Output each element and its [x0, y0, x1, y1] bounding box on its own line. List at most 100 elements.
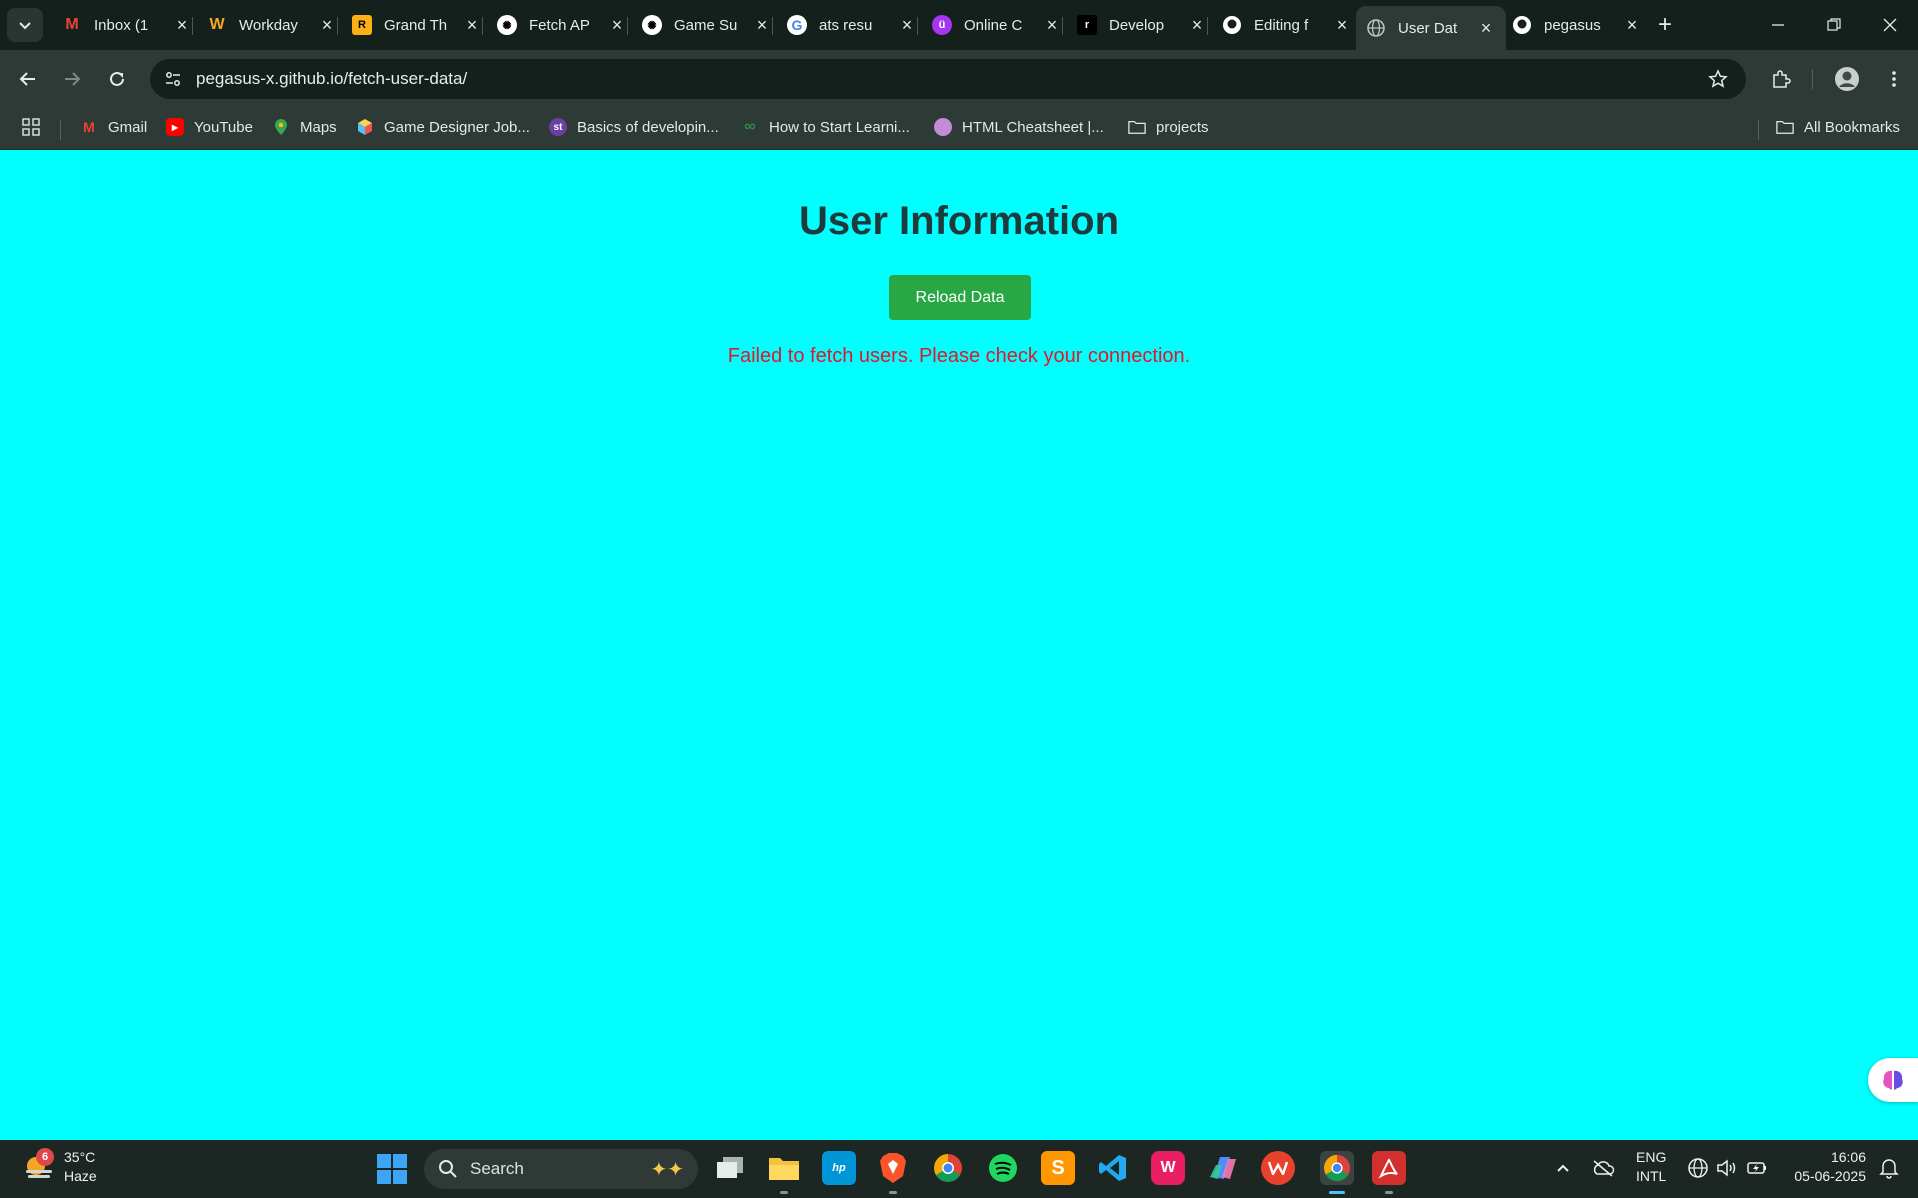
- minimize-button[interactable]: [1758, 8, 1798, 42]
- bell-icon: [1879, 1159, 1899, 1179]
- new-tab-button[interactable]: +: [1650, 10, 1680, 40]
- tab-develop[interactable]: r Develop ×: [1067, 6, 1217, 44]
- tab-fetch-api[interactable]: ✺ Fetch AP ×: [487, 6, 637, 44]
- bookmark-label: Basics of developin...: [577, 118, 719, 136]
- page-content: User Information Reload Data Failed to f…: [0, 150, 1918, 1140]
- keyboard-layout: INTL: [1636, 1168, 1667, 1184]
- bookmark-basics-developing[interactable]: st Basics of developin...: [549, 118, 719, 136]
- task-view-button[interactable]: [713, 1151, 747, 1185]
- tab-online-course[interactable]: ü Online C ×: [922, 6, 1072, 44]
- bookmark-html-cheatsheet[interactable]: HTML Cheatsheet |...: [934, 118, 1104, 136]
- reload-data-button[interactable]: Reload Data: [889, 275, 1031, 320]
- profile-avatar[interactable]: [1831, 63, 1863, 95]
- apps-button[interactable]: [22, 118, 40, 136]
- bookmark-how-to-start[interactable]: ∞ How to Start Learni...: [741, 118, 910, 136]
- close-icon[interactable]: ×: [1622, 15, 1642, 35]
- back-button[interactable]: [12, 63, 44, 95]
- cube-icon: [356, 118, 374, 136]
- chrome-icon: [934, 1154, 962, 1182]
- github-icon: [1222, 15, 1242, 35]
- notification-center[interactable]: [1876, 1155, 1902, 1181]
- tab-separator: [482, 17, 483, 35]
- taskbar-spotify[interactable]: [986, 1151, 1020, 1185]
- tab-search-button[interactable]: [7, 8, 43, 42]
- tab-inbox[interactable]: M Inbox (1 ×: [52, 6, 202, 44]
- tab-pegasus[interactable]: pegasus ×: [1502, 6, 1652, 44]
- forward-button[interactable]: [56, 63, 88, 95]
- bookmark-folder-projects[interactable]: projects: [1128, 118, 1209, 136]
- close-icon[interactable]: ×: [317, 15, 337, 35]
- taskbar-myhp[interactable]: hp: [822, 1151, 856, 1185]
- tab-separator: [1062, 17, 1063, 35]
- bookmark-label: Game Designer Job...: [384, 118, 530, 136]
- close-icon[interactable]: ×: [1187, 15, 1207, 35]
- browser-menu-button[interactable]: [1878, 63, 1910, 95]
- close-icon[interactable]: ×: [752, 15, 772, 35]
- all-bookmarks-folder[interactable]: All Bookmarks: [1776, 118, 1900, 136]
- url-text[interactable]: pegasus-x.github.io/fetch-user-data/: [196, 69, 467, 89]
- bookmark-star-icon[interactable]: [1706, 67, 1730, 91]
- hp-icon: hp: [832, 1162, 846, 1174]
- bookmarks-divider: [1758, 120, 1759, 140]
- search-icon: [439, 1160, 457, 1178]
- onedrive-tray[interactable]: [1590, 1155, 1616, 1181]
- close-icon[interactable]: ×: [897, 15, 917, 35]
- taskbar-file-explorer[interactable]: [767, 1151, 801, 1194]
- battery-tray[interactable]: [1744, 1155, 1770, 1181]
- avatar-icon: [934, 118, 952, 136]
- taskbar-copilot[interactable]: [1206, 1151, 1240, 1185]
- bookmark-youtube[interactable]: ▶ YouTube: [166, 118, 253, 136]
- bookmark-game-designer[interactable]: Game Designer Job...: [356, 118, 530, 136]
- close-icon[interactable]: ×: [462, 15, 482, 35]
- bookmark-label: Maps: [300, 118, 337, 136]
- w-app-icon: W: [1160, 1159, 1176, 1176]
- show-hidden-icons[interactable]: [1550, 1155, 1576, 1181]
- taskbar-chrome-active[interactable]: [1320, 1151, 1354, 1194]
- copilot-icon: [1210, 1157, 1236, 1179]
- bookmarks-divider: [60, 120, 61, 140]
- network-tray[interactable]: [1685, 1155, 1711, 1181]
- taskbar-wamp[interactable]: W: [1151, 1151, 1185, 1185]
- bookmark-label: YouTube: [194, 118, 253, 136]
- taskbar-wps-office[interactable]: [1261, 1151, 1295, 1185]
- tab-editing[interactable]: Editing f ×: [1212, 6, 1362, 44]
- address-bar[interactable]: pegasus-x.github.io/fetch-user-data/: [150, 59, 1746, 99]
- bookmark-label: All Bookmarks: [1804, 118, 1900, 136]
- bookmark-gmail[interactable]: M Gmail: [80, 118, 147, 136]
- tab-ats-resume[interactable]: G ats resu ×: [777, 6, 927, 44]
- close-icon[interactable]: ×: [607, 15, 627, 35]
- tab-strip: M Inbox (1 × W Workday × R Grand Th × ✺ …: [0, 0, 1918, 50]
- extensions-button[interactable]: [1765, 63, 1797, 95]
- tab-title: User Dat: [1398, 19, 1458, 37]
- brave-icon: [880, 1153, 906, 1183]
- start-button[interactable]: [376, 1153, 408, 1185]
- tab-user-data[interactable]: User Dat ×: [1356, 6, 1506, 50]
- tab-workday[interactable]: W Workday ×: [197, 6, 347, 44]
- tab-separator: [772, 17, 773, 35]
- taskbar-chrome[interactable]: [931, 1151, 965, 1185]
- reload-page-button[interactable]: [101, 63, 133, 95]
- bookmark-maps[interactable]: Maps: [272, 118, 337, 136]
- taskbar-vscode[interactable]: [1096, 1151, 1130, 1185]
- tab-title: ats resu: [819, 16, 873, 34]
- weather-widget[interactable]: 6 35°C Haze: [22, 1148, 97, 1186]
- restore-button[interactable]: [1814, 8, 1854, 42]
- taskbar-acrobat[interactable]: [1372, 1151, 1406, 1194]
- close-window-button[interactable]: [1870, 8, 1910, 42]
- youtube-icon: ▶: [166, 118, 184, 136]
- taskbar-search[interactable]: Search ✦✦: [424, 1149, 698, 1189]
- language-indicator[interactable]: ENG INTL: [1636, 1148, 1666, 1186]
- tab-grand-theft[interactable]: R Grand Th ×: [342, 6, 492, 44]
- volume-tray[interactable]: [1714, 1155, 1740, 1181]
- close-icon[interactable]: ×: [172, 15, 192, 35]
- taskbar-sublime-text[interactable]: S: [1041, 1151, 1075, 1185]
- close-icon[interactable]: ×: [1042, 15, 1062, 35]
- close-icon[interactable]: ×: [1332, 15, 1352, 35]
- tab-title: Fetch AP: [529, 16, 590, 34]
- clock[interactable]: 16:06 05-06-2025: [1788, 1148, 1866, 1186]
- site-info-icon[interactable]: [158, 64, 188, 94]
- tab-game-su[interactable]: ✺ Game Su ×: [632, 6, 782, 44]
- close-icon[interactable]: ×: [1476, 18, 1496, 38]
- taskbar-brave[interactable]: [876, 1151, 910, 1194]
- extension-floating-button[interactable]: [1868, 1058, 1918, 1102]
